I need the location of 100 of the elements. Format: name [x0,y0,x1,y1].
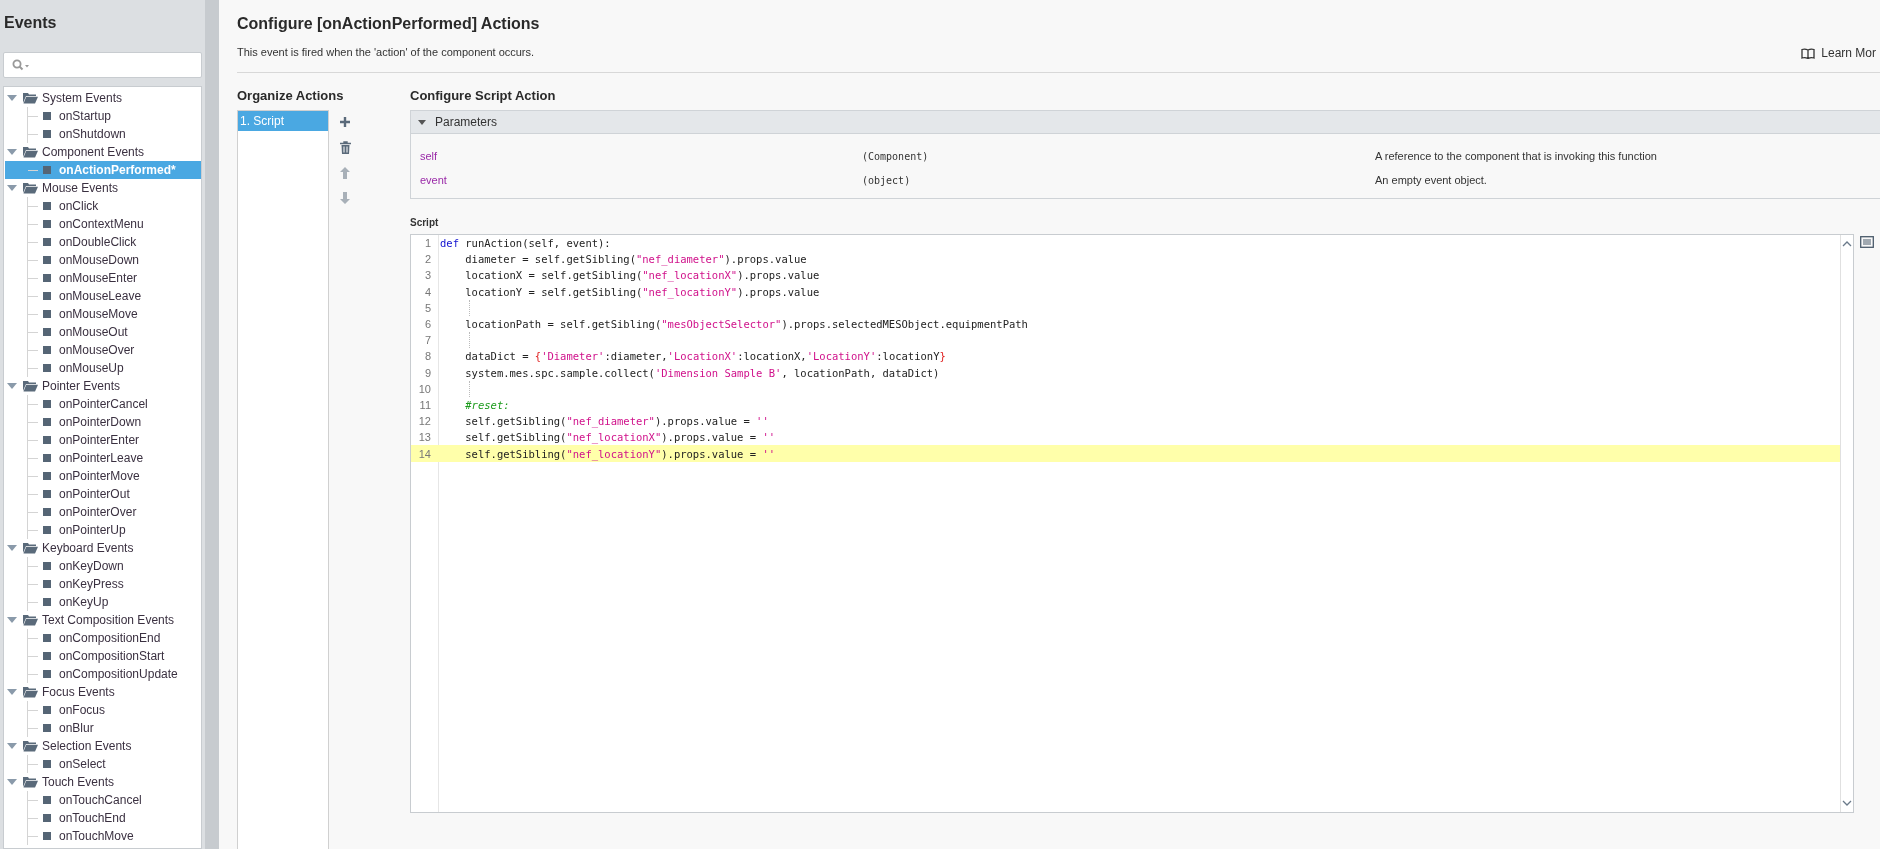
trash-icon[interactable] [339,141,351,154]
event-icon [43,832,51,840]
tree-item[interactable]: onKeyPress [5,575,201,593]
line-number: 3 [423,269,432,282]
event-icon [43,760,51,768]
tree-item[interactable]: onCompositionEnd [5,629,201,647]
line-number: 7 [423,334,432,347]
tree-item[interactable]: onMouseOut [5,323,201,341]
folder-icon [23,776,38,788]
tree-item[interactable]: onShutdown [5,125,201,143]
line-number: 1 [423,237,432,250]
move-up-icon[interactable] [340,167,350,179]
tree-group[interactable]: Text Composition Events [4,611,201,629]
tree-item[interactable]: onMouseEnter [5,269,201,287]
expand-triangle-icon [7,185,17,191]
tree-group[interactable]: Focus Events [4,683,201,701]
tree-group[interactable]: Selection Events [4,737,201,755]
tree-item[interactable]: onMouseMove [5,305,201,323]
tree-item[interactable]: onSelect [5,755,201,773]
parameters-header[interactable]: Parameters [411,111,1880,134]
line-number: 8 [423,350,432,363]
line-number: 11 [418,398,432,411]
code-line: self.getSibling("nef_locationY").props.value = '' [464,447,776,460]
tree-item[interactable]: onFocus [5,701,201,719]
expand-triangle-icon [7,743,17,749]
line-number: 12 [417,415,432,428]
move-down-icon[interactable] [340,192,350,204]
section-title: Configure Script Action [410,88,557,105]
parameter-description: A reference to the component that is invoking this function [1375,150,1657,162]
add-icon[interactable] [339,116,351,128]
event-icon [43,598,51,606]
expand-triangle-icon [7,95,17,101]
expand-triangle-icon [7,149,17,155]
tree-item[interactable]: onPointerLeave [5,449,201,467]
tree-group[interactable]: Pointer Events [4,377,201,395]
parameter-description: An empty event object. [1375,174,1487,186]
tree-item[interactable]: onCompositionUpdate [5,665,201,683]
event-icon [43,490,51,498]
expand-triangle-icon [7,779,17,785]
event-icon [43,166,51,174]
code-line: #reset: [464,398,510,411]
folder-icon [23,182,38,194]
book-icon [1801,47,1816,59]
event-icon [43,526,51,534]
event-icon [43,346,51,354]
tree-item[interactable]: onCompositionStart [5,647,201,665]
parameter-name: self [419,150,439,162]
event-icon [43,814,51,822]
expand-triangle-icon [7,689,17,695]
folder-icon [23,686,38,698]
section-title: Organize Actions [237,88,345,105]
tree-item[interactable]: onPointerOver [5,503,201,521]
folder-icon [23,542,38,554]
expand-triangle-icon [7,545,17,551]
code-line: system.mes.spc.sample.collect('Dimension Sample B', locationPath, dataDict) [464,366,940,379]
tree-item[interactable]: onPointerUp [5,521,201,539]
document-icon[interactable] [1860,236,1874,248]
tree-item[interactable]: onPointerEnter [5,431,201,449]
parameter-type: (object) [862,174,912,186]
code-line: self.getSibling("nef_diameter").props.value = '' [464,415,769,428]
tree-item[interactable]: onPointerMove [5,467,201,485]
tree-item[interactable]: onPointerDown [5,413,201,431]
scroll-up-icon[interactable] [1842,241,1852,247]
event-icon [43,202,51,210]
parameter-type: (Component) [862,150,930,162]
tree-group[interactable]: Mouse Events [4,179,201,197]
tree-group[interactable]: Touch Events [4,773,201,791]
folder-icon [23,740,38,752]
tree-item[interactable]: onMouseDown [5,251,201,269]
tree-item[interactable]: onTouchMove [5,827,201,845]
page-title: Configure [onActionPerformed] Actions [237,15,541,33]
tree-item[interactable]: onStartup [5,107,201,125]
tree-item[interactable]: onMouseOver [5,341,201,359]
tree-group[interactable]: Component Events [4,143,201,161]
tree-item[interactable]: onMouseLeave [5,287,201,305]
event-icon [43,130,51,138]
tree-item[interactable]: onKeyUp [5,593,201,611]
tree-item[interactable]: onPointerOut [5,485,201,503]
parameter-name: event [419,174,448,186]
tree-item[interactable]: onDoubleClick [5,233,201,251]
tree-group[interactable]: System Events [4,89,201,107]
collapse-triangle-icon [418,119,426,125]
tree-group[interactable]: Keyboard Events [4,539,201,557]
tree-item[interactable]: onPointerCancel [5,395,201,413]
expand-triangle-icon [7,383,17,389]
tree-item[interactable]: onKeyDown [5,557,201,575]
tree-item[interactable]: onContextMenu [5,215,201,233]
tree-item[interactable]: onTouchEnd [5,809,201,827]
tree-item[interactable]: onMouseUp [5,359,201,377]
tree-item[interactable]: onBlur [5,719,201,737]
script-label: Script [410,217,440,228]
event-icon [43,796,51,804]
learn-more-link[interactable]: Learn Mor [1801,46,1876,60]
tree-item[interactable]: onTouchCancel [5,791,201,809]
event-icon [43,472,51,480]
tree-item[interactable]: onClick [5,197,201,215]
search-field[interactable] [3,52,202,78]
search-icon [12,59,32,71]
scroll-down-icon[interactable] [1842,800,1852,806]
code-line: diameter = self.getSibling("nef_diameter").props.value [464,253,807,266]
